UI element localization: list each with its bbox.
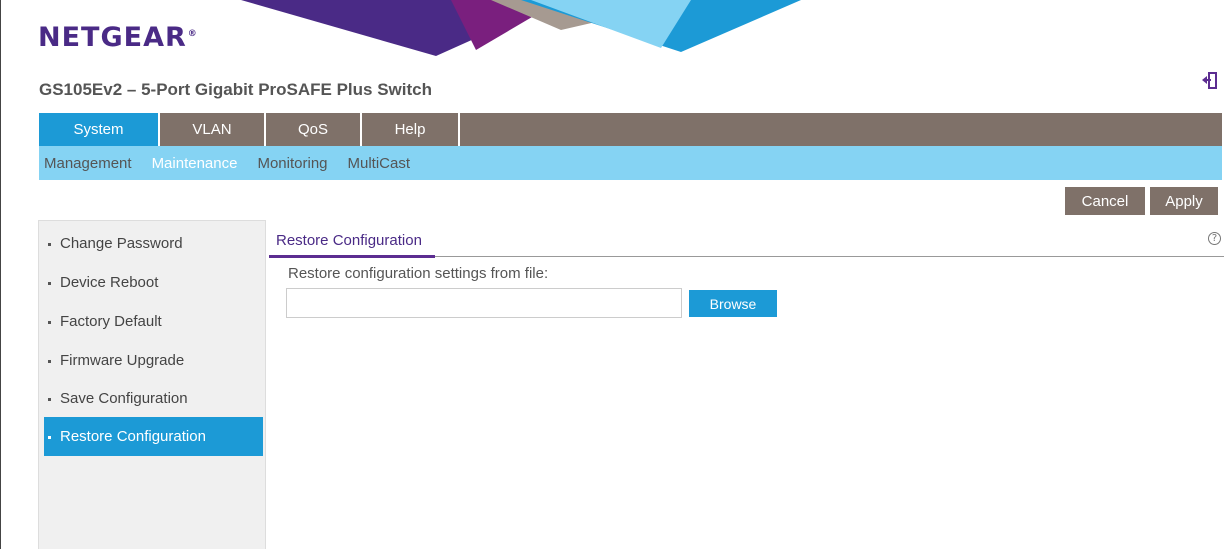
sidebar-item-label: Firmware Upgrade bbox=[60, 352, 185, 369]
sidebar-item-label: Restore Configuration bbox=[60, 428, 206, 445]
sidebar-item-save-configuration[interactable]: Save Configuration bbox=[44, 379, 263, 418]
subnav-management[interactable]: Management bbox=[44, 155, 132, 172]
restore-file-input[interactable] bbox=[286, 288, 682, 318]
sidebar-item-firmware-upgrade[interactable]: Firmware Upgrade bbox=[44, 341, 263, 380]
restore-file-label: Restore configuration settings from file… bbox=[288, 265, 549, 282]
sidebar-item-device-reboot[interactable]: Device Reboot bbox=[44, 263, 263, 302]
tab-help[interactable]: Help bbox=[362, 113, 460, 146]
netgear-logo: NETGEAR® bbox=[38, 22, 198, 53]
subnav-monitoring[interactable]: Monitoring bbox=[257, 155, 327, 172]
bullet-icon bbox=[48, 242, 51, 246]
tab-vlan[interactable]: VLAN bbox=[160, 113, 266, 146]
header-banner-graphic bbox=[241, 0, 801, 56]
sidebar: Change Password Device Reboot Factory De… bbox=[38, 220, 266, 549]
section-title-underline bbox=[269, 255, 435, 258]
tab-system[interactable]: System bbox=[39, 113, 160, 146]
product-title: GS105Ev2 – 5-Port Gigabit ProSAFE Plus S… bbox=[39, 80, 433, 99]
bullet-icon bbox=[48, 281, 51, 285]
question-circle-icon[interactable]: ? bbox=[1208, 232, 1221, 245]
sidebar-item-restore-configuration[interactable]: Restore Configuration bbox=[44, 417, 263, 456]
cancel-button[interactable]: Cancel bbox=[1065, 187, 1145, 215]
sidebar-item-label: Change Password bbox=[60, 235, 183, 252]
sidebar-item-factory-default[interactable]: Factory Default bbox=[44, 302, 263, 341]
page: NETGEAR® GS105Ev2 – 5-Port Gigabit ProSA… bbox=[0, 0, 1229, 549]
bullet-icon bbox=[48, 397, 51, 401]
subnav-maintenance[interactable]: Maintenance bbox=[152, 155, 238, 172]
top-navigation: System VLAN QoS Help bbox=[39, 113, 1222, 146]
section-title: Restore Configuration bbox=[276, 232, 422, 249]
sidebar-item-label: Factory Default bbox=[60, 313, 162, 330]
bullet-icon bbox=[48, 320, 51, 324]
apply-button[interactable]: Apply bbox=[1150, 187, 1218, 215]
bullet-icon bbox=[48, 435, 51, 439]
bullet-icon bbox=[48, 359, 51, 363]
sidebar-item-label: Device Reboot bbox=[60, 274, 159, 291]
sidebar-item-label: Save Configuration bbox=[60, 390, 188, 407]
sidebar-item-change-password[interactable]: Change Password bbox=[44, 224, 263, 263]
logout-door-icon[interactable] bbox=[1201, 71, 1219, 91]
browse-button[interactable]: Browse bbox=[689, 290, 777, 317]
registered-mark: ® bbox=[187, 29, 198, 39]
logo-text: NETGEAR bbox=[38, 22, 187, 53]
sub-navigation: Management Maintenance Monitoring MultiC… bbox=[39, 146, 1222, 180]
tab-qos[interactable]: QoS bbox=[266, 113, 362, 146]
subnav-multicast[interactable]: MultiCast bbox=[348, 155, 411, 172]
